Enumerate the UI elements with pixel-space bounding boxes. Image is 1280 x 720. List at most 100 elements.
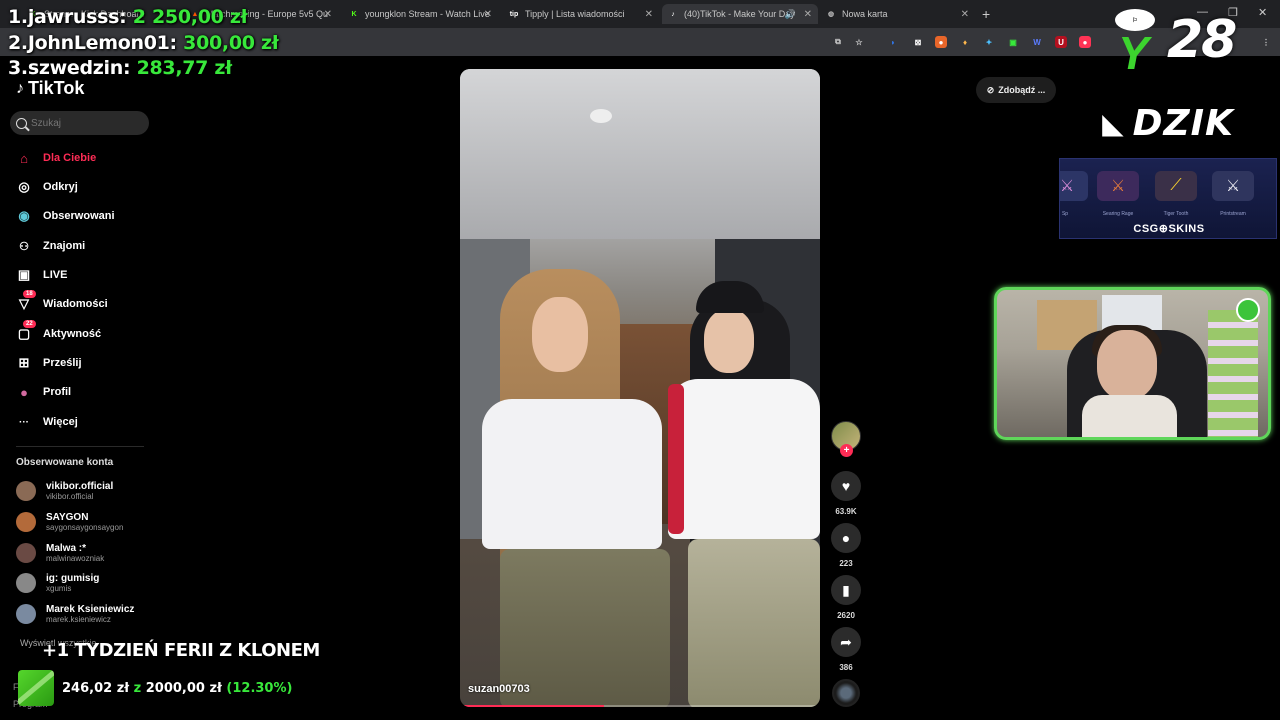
following-avatar-icon: ◉ <box>18 208 30 223</box>
donation-top-3: 3.szwedzin: 283,77 zł <box>8 57 232 79</box>
more-icon: ··· <box>19 416 29 428</box>
nav-explore[interactable]: ◎ Odkryj <box>16 177 78 197</box>
tab-title: Nowa karta <box>842 9 888 19</box>
speaker-icon[interactable]: 🔊 <box>785 9 796 20</box>
bookmark-count: 2620 <box>837 611 855 620</box>
tab-title: (40)TikTok - Make Your Day <box>684 9 795 19</box>
extension-icon[interactable]: ● <box>935 36 947 48</box>
nav-live[interactable]: ▣ LIVE <box>16 265 68 285</box>
tab-new-tab[interactable]: ◍ Nowa karta ✕ <box>820 4 975 24</box>
close-window-button[interactable]: ✕ <box>1258 6 1267 19</box>
followed-account[interactable]: Malwa :* malwinawozniak <box>16 541 104 565</box>
donation-name: szwedzin: <box>27 57 131 79</box>
bookmark-icon: ▮ <box>842 581 850 598</box>
account-handle: xgumis <box>46 583 72 593</box>
cam-head <box>1097 330 1157 400</box>
install-app-icon[interactable]: ⧉ <box>832 36 844 48</box>
followed-account[interactable]: Marek Ksieniewicz marek.ksieniewicz <box>16 602 134 626</box>
video-username[interactable]: suzan00703 <box>468 683 530 695</box>
music-disc-icon[interactable] <box>832 679 860 707</box>
follow-plus-icon[interactable]: + <box>840 444 853 457</box>
search-box[interactable] <box>10 111 149 135</box>
nav-label: Więcej <box>43 416 78 428</box>
comment-button[interactable]: ● <box>831 523 861 553</box>
close-tab-icon[interactable]: ✕ <box>324 9 332 20</box>
nav-upload[interactable]: ⊞ Prześlij <box>16 353 82 373</box>
extension-icon[interactable]: ⊠ <box>912 36 924 48</box>
nav-for-you[interactable]: ⌂ Dla Ciebie <box>16 148 96 168</box>
menu-icon[interactable]: ⋮ <box>1260 36 1272 48</box>
avatar <box>16 481 36 501</box>
share-button[interactable]: ➦ <box>831 627 861 657</box>
bookmark-button[interactable]: ▮ <box>831 575 861 605</box>
messages-glyph: ▽ <box>19 296 29 311</box>
nav-label: Profil <box>43 386 72 398</box>
live-icon: ▣ <box>17 267 31 282</box>
get-coins-label: Zdobądź ... <box>998 85 1046 95</box>
extension-icon[interactable]: ● <box>1079 36 1091 48</box>
video-person-stripe <box>668 384 684 534</box>
tiktok-logo[interactable]: ♪ TikTok <box>16 78 84 99</box>
close-tab-icon[interactable]: ✕ <box>484 9 492 20</box>
video-progress-bar[interactable] <box>460 705 820 707</box>
close-tab-icon[interactable]: ✕ <box>645 9 653 20</box>
csgoskins-banner: ⚔ Sp ⚔ Searing Rage ⟋ Tiger Tooth ⚔ Prin… <box>1059 158 1277 239</box>
goal-title: +1 TYDZIEŃ FERII Z KLONEM <box>42 640 320 661</box>
get-coins-button[interactable]: ⊘ Zdobądź ... <box>976 77 1056 103</box>
avatar <box>16 604 36 624</box>
account-handle: marek.ksieniewicz <box>46 614 111 624</box>
goal-icon <box>18 670 54 706</box>
nav-label: Znajomi <box>43 240 86 252</box>
bookmark-star-icon[interactable]: ☆ <box>853 36 865 48</box>
avatar <box>16 573 36 593</box>
goal-percent: (12.30%) <box>226 680 293 696</box>
nav-label: Dla Ciebie <box>43 152 97 164</box>
account-name: vikibor.official <box>46 480 114 492</box>
share-count: 386 <box>839 663 853 672</box>
account-name: SAYGON <box>46 511 89 523</box>
friends-icon: ⚇ <box>19 240 29 253</box>
skin-card: ⟋ <box>1155 171 1197 201</box>
avatar <box>16 512 36 532</box>
skin-name: Sp <box>1061 211 1069 217</box>
close-tab-icon[interactable]: ✕ <box>804 9 812 20</box>
close-tab-icon[interactable]: ✕ <box>961 9 969 20</box>
followed-account[interactable]: SAYGON saygonsaygonsaygon <box>16 510 123 534</box>
nav-label: Prześlij <box>43 357 82 369</box>
followed-account[interactable]: vikibor.official vikibor.official <box>16 479 113 503</box>
extension-icon[interactable]: W <box>1031 36 1043 48</box>
webcam-overlay <box>994 287 1271 440</box>
extension-icon[interactable]: U <box>1055 36 1067 48</box>
donation-name: jawrusss: <box>27 6 127 28</box>
extension-icon[interactable]: ▣ <box>1007 36 1019 48</box>
like-button[interactable]: ♥ <box>831 471 861 501</box>
nav-more[interactable]: ··· Więcej <box>16 412 78 432</box>
boar-icon: ◣ <box>1102 106 1125 140</box>
account-name: Malwa :* <box>46 542 87 554</box>
video-scene-lamp <box>590 109 612 123</box>
extension-icon[interactable]: ✦ <box>983 36 995 48</box>
skin-name: Printstream <box>1220 211 1246 217</box>
account-name: ig: gumisig <box>46 572 100 584</box>
video-person-shirt <box>482 399 662 549</box>
new-tab-button[interactable]: + <box>982 6 990 22</box>
nav-following[interactable]: ◉ Obserwowani <box>16 206 114 226</box>
nav-activity[interactable]: ▢ 22 Aktywność <box>16 320 101 344</box>
followed-account[interactable]: ig: gumisig xgumis <box>16 571 99 595</box>
tab-youngklon-stream[interactable]: K youngklon Stream - Watch Live ✕ <box>343 4 498 24</box>
video-player[interactable]: suzan00703 <box>460 69 820 707</box>
frog-logo-icon <box>1236 298 1260 322</box>
tab-tipply[interactable]: tip Tipply | Lista wiadomości ✕ <box>503 4 659 24</box>
nav-friends[interactable]: ⚇ Znajomi <box>16 236 85 256</box>
nav-messages[interactable]: ▽ 18 Wiadomości <box>16 290 108 314</box>
video-person-shirt <box>668 379 820 539</box>
video-person-face <box>704 309 754 373</box>
nav-label: LIVE <box>43 269 68 281</box>
extension-icon[interactable]: ♦ <box>959 36 971 48</box>
home-icon: ⌂ <box>20 150 28 166</box>
search-input[interactable] <box>31 117 141 129</box>
profile-avatar-icon: ● <box>20 384 28 400</box>
extension-icon[interactable]: ◗ <box>887 36 899 48</box>
nav-profile[interactable]: ● Profil <box>16 382 71 402</box>
tab-tiktok[interactable]: ♪ (40)TikTok - Make Your Day 🔊 ✕ <box>662 4 818 24</box>
